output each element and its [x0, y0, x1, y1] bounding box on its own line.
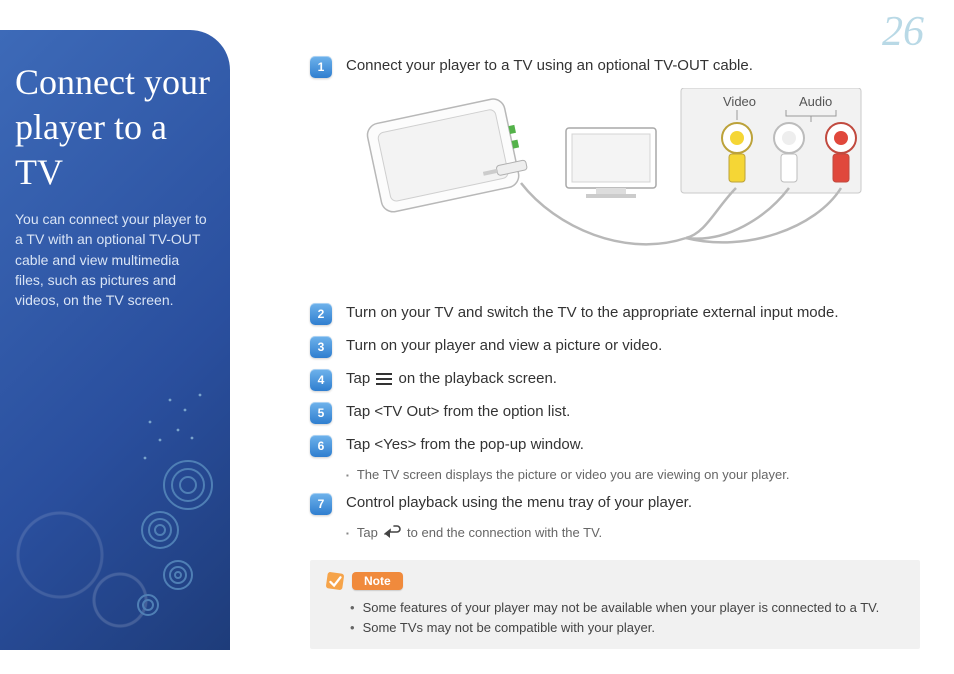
- page-intro: You can connect your player to a TV with…: [15, 209, 210, 310]
- step-text: Control playback using the menu tray of …: [346, 492, 920, 513]
- step-text: Turn on your TV and switch the TV to the…: [346, 302, 920, 323]
- step-number: 5: [310, 402, 332, 424]
- note-icon: [324, 570, 346, 592]
- note-item: Some features of your player may not be …: [350, 598, 906, 618]
- step-text: Turn on your player and view a picture o…: [346, 335, 920, 356]
- step-7: 7 Control playback using the menu tray o…: [310, 492, 920, 515]
- diagram-video-label: Video: [723, 94, 756, 109]
- page-number: 26: [882, 8, 924, 56]
- page-title: Connect your player to a TV: [15, 60, 210, 195]
- step-number: 1: [310, 56, 332, 78]
- step-text: Tap on the playback screen.: [346, 368, 920, 389]
- note-label: Note: [352, 572, 403, 590]
- step-4: 4 Tap on the playback screen.: [310, 368, 920, 391]
- step-text: Tap <Yes> from the pop-up window.: [346, 434, 920, 455]
- step-number: 7: [310, 493, 332, 515]
- note-header: Note: [324, 570, 906, 592]
- connection-diagram: Video Audio: [346, 88, 886, 288]
- step-text: Connect your player to a TV using an opt…: [346, 55, 920, 76]
- step-1: 1 Connect your player to a TV using an o…: [310, 55, 920, 78]
- step-number: 6: [310, 435, 332, 457]
- main-content: 1 Connect your player to a TV using an o…: [310, 55, 920, 649]
- note-box: Note Some features of your player may no…: [310, 560, 920, 649]
- step-number: 3: [310, 336, 332, 358]
- back-arrow-icon: [383, 525, 401, 542]
- step-number: 4: [310, 369, 332, 391]
- sidebar-panel: Connect your player to a TV You can conn…: [0, 30, 230, 650]
- step-6-sub: The TV screen displays the picture or vi…: [346, 467, 920, 482]
- step-5: 5 Tap <TV Out> from the option list.: [310, 401, 920, 424]
- step-text: Tap <TV Out> from the option list.: [346, 401, 920, 422]
- step-6: 6 Tap <Yes> from the pop-up window.: [310, 434, 920, 457]
- note-item: Some TVs may not be compatible with your…: [350, 618, 906, 638]
- menu-icon: [376, 373, 392, 385]
- diagram-audio-label: Audio: [799, 94, 832, 109]
- step-2: 2 Turn on your TV and switch the TV to t…: [310, 302, 920, 325]
- step-7-sub: Tap to end the connection with the TV.: [346, 525, 920, 542]
- step-3: 3 Turn on your player and view a picture…: [310, 335, 920, 358]
- step-number: 2: [310, 303, 332, 325]
